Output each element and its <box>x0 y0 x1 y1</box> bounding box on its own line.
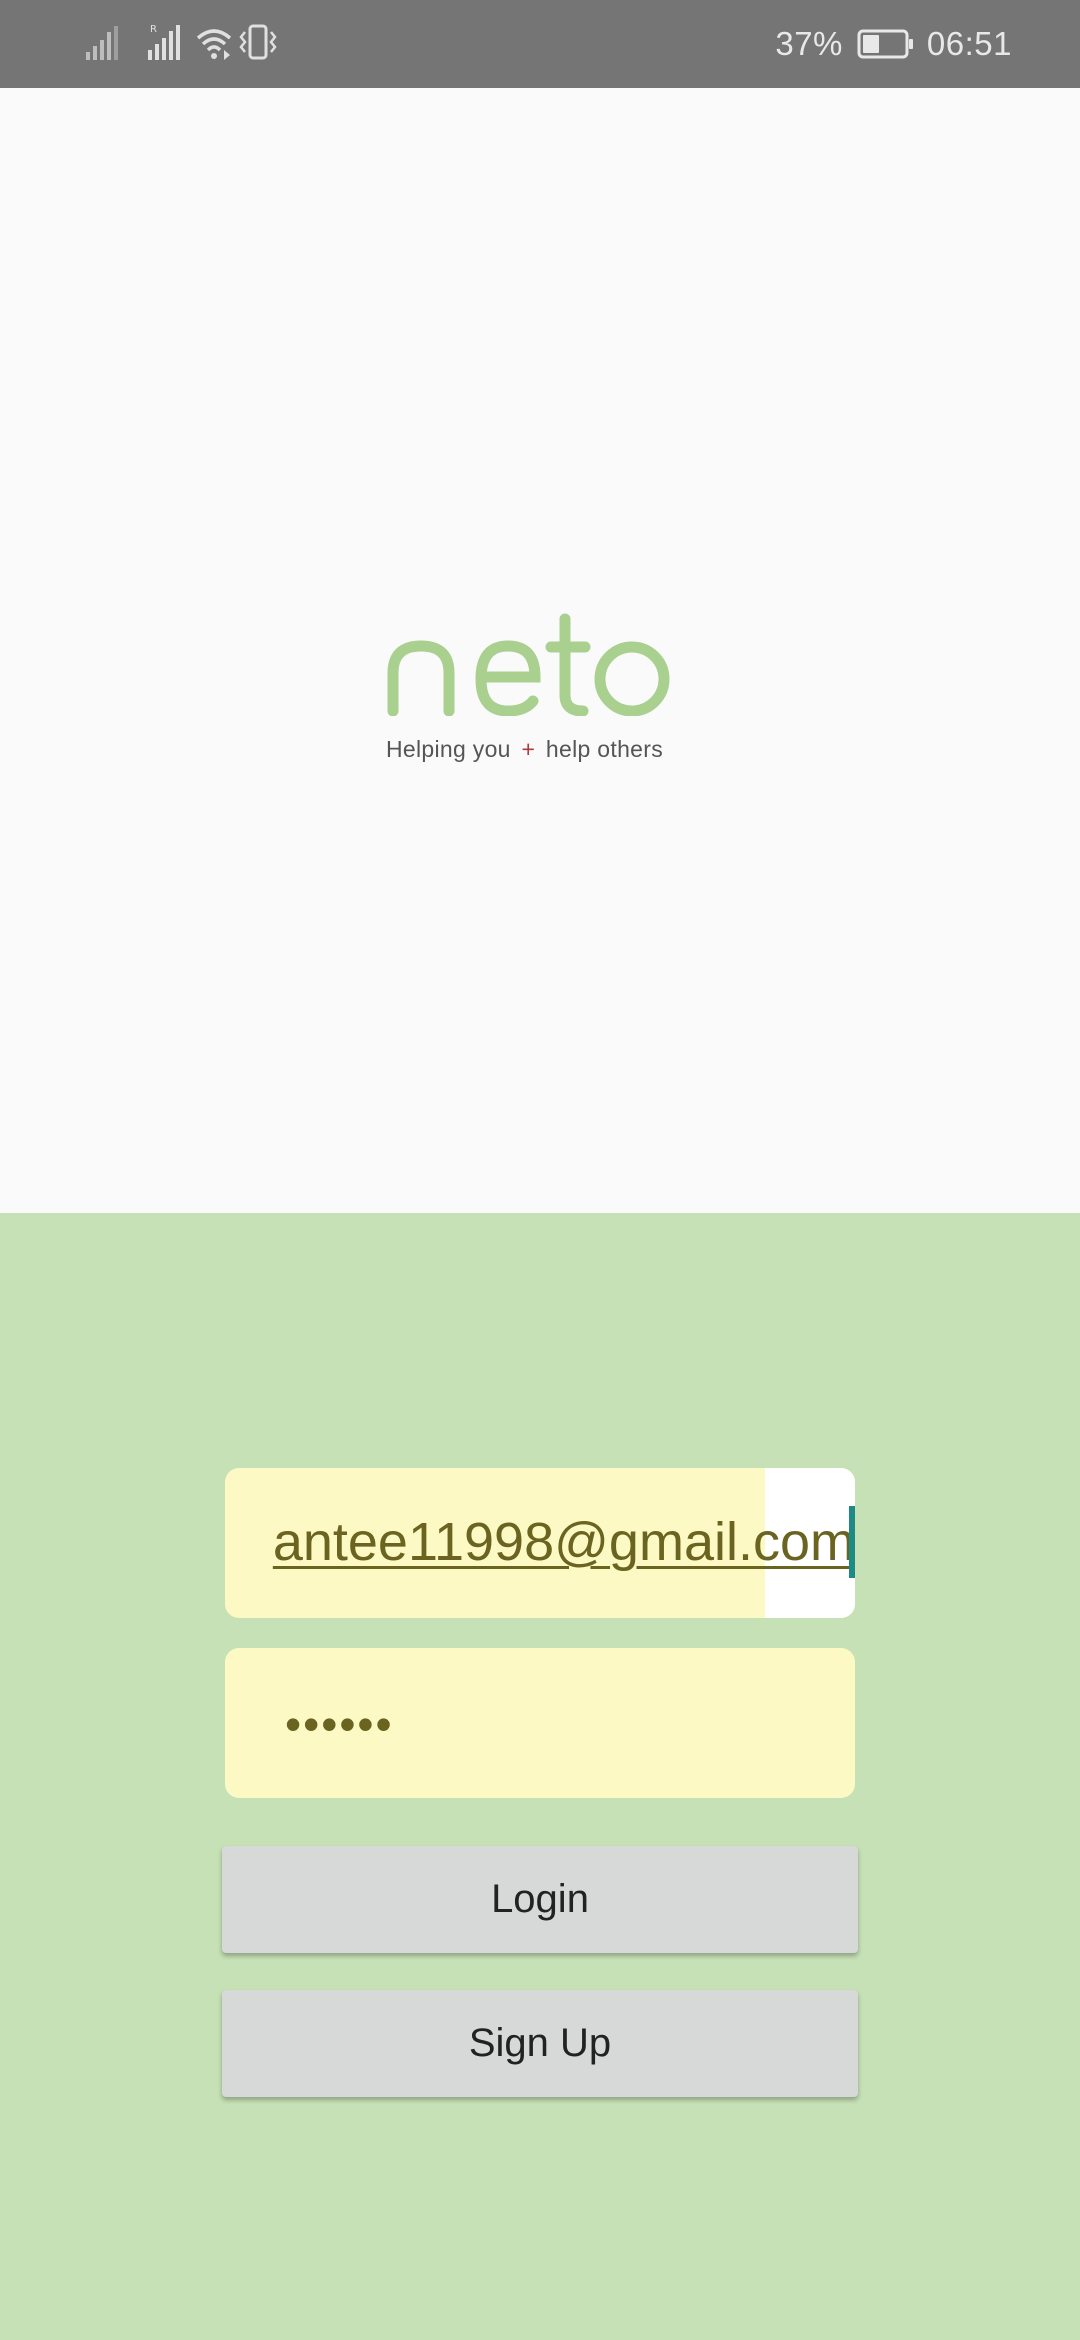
status-bar: R 37% 06:51 <box>0 0 1080 88</box>
signup-button[interactable]: Sign Up <box>222 1990 858 2097</box>
logo-section: Helping you + help others <box>0 88 1080 1213</box>
tagline-part-1: Helping you <box>386 736 511 762</box>
wifi-icon <box>196 29 232 60</box>
status-icons-right: 37% 06:51 <box>775 0 1012 88</box>
email-field[interactable]: antee11998@gmail.com <box>225 1468 855 1618</box>
login-form: antee11998@gmail.com •••••• Login Sign U… <box>0 1213 1080 2340</box>
text-cursor <box>849 1506 855 1578</box>
password-field[interactable]: •••••• <box>225 1648 855 1798</box>
login-button[interactable]: Login <box>222 1846 858 1953</box>
signal-roaming-icon: R <box>148 24 180 60</box>
svg-text:R: R <box>150 24 157 35</box>
vibrate-icon <box>239 24 277 60</box>
tagline-part-2: help others <box>545 736 664 762</box>
battery-icon <box>857 29 913 59</box>
password-value: •••••• <box>285 1698 394 1750</box>
tagline-plus: + <box>521 736 536 762</box>
email-value: antee11998@gmail.com <box>272 1512 855 1572</box>
neto-logo <box>387 613 670 716</box>
signal-icon <box>86 26 118 60</box>
clock: 06:51 <box>926 25 1012 62</box>
battery-percent: 37% <box>775 25 843 62</box>
logo-tagline: Helping you + help others <box>386 736 676 763</box>
